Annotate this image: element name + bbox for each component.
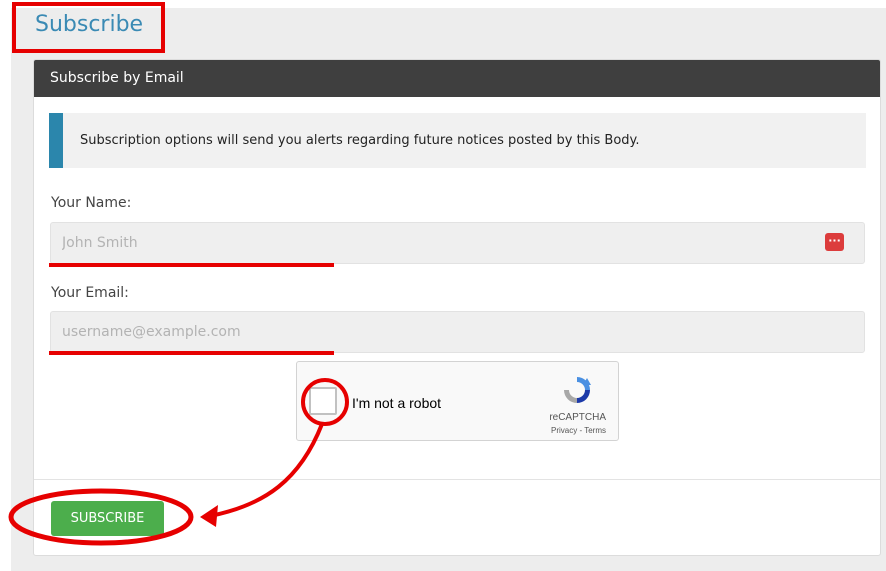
panel-divider xyxy=(34,479,880,480)
panel-header: Subscribe by Email xyxy=(34,60,880,97)
name-annotation-underline xyxy=(49,263,334,267)
recaptcha-logo-icon xyxy=(564,377,591,403)
recaptcha-links[interactable]: Privacy - Terms xyxy=(526,426,606,435)
recaptcha-checkbox[interactable] xyxy=(309,387,337,415)
email-label: Your Email: xyxy=(51,285,129,301)
recaptcha-brand: reCAPTCHA xyxy=(549,412,606,423)
recaptcha-widget: I'm not a robot reCAPTCHA Privacy - Term… xyxy=(296,361,619,441)
recaptcha-label: I'm not a robot xyxy=(352,395,442,411)
password-manager-icon[interactable]: ··· xyxy=(825,233,844,251)
name-label: Your Name: xyxy=(51,195,132,211)
name-input[interactable] xyxy=(50,222,865,264)
email-input[interactable] xyxy=(50,311,865,353)
email-annotation-underline xyxy=(49,351,334,355)
subscribe-button[interactable]: SUBSCRIBE xyxy=(51,501,164,536)
info-notice: Subscription options will send you alert… xyxy=(49,113,866,168)
title-highlight-box xyxy=(12,2,165,53)
subscribe-panel: Subscribe by Email Subscription options … xyxy=(33,59,881,556)
